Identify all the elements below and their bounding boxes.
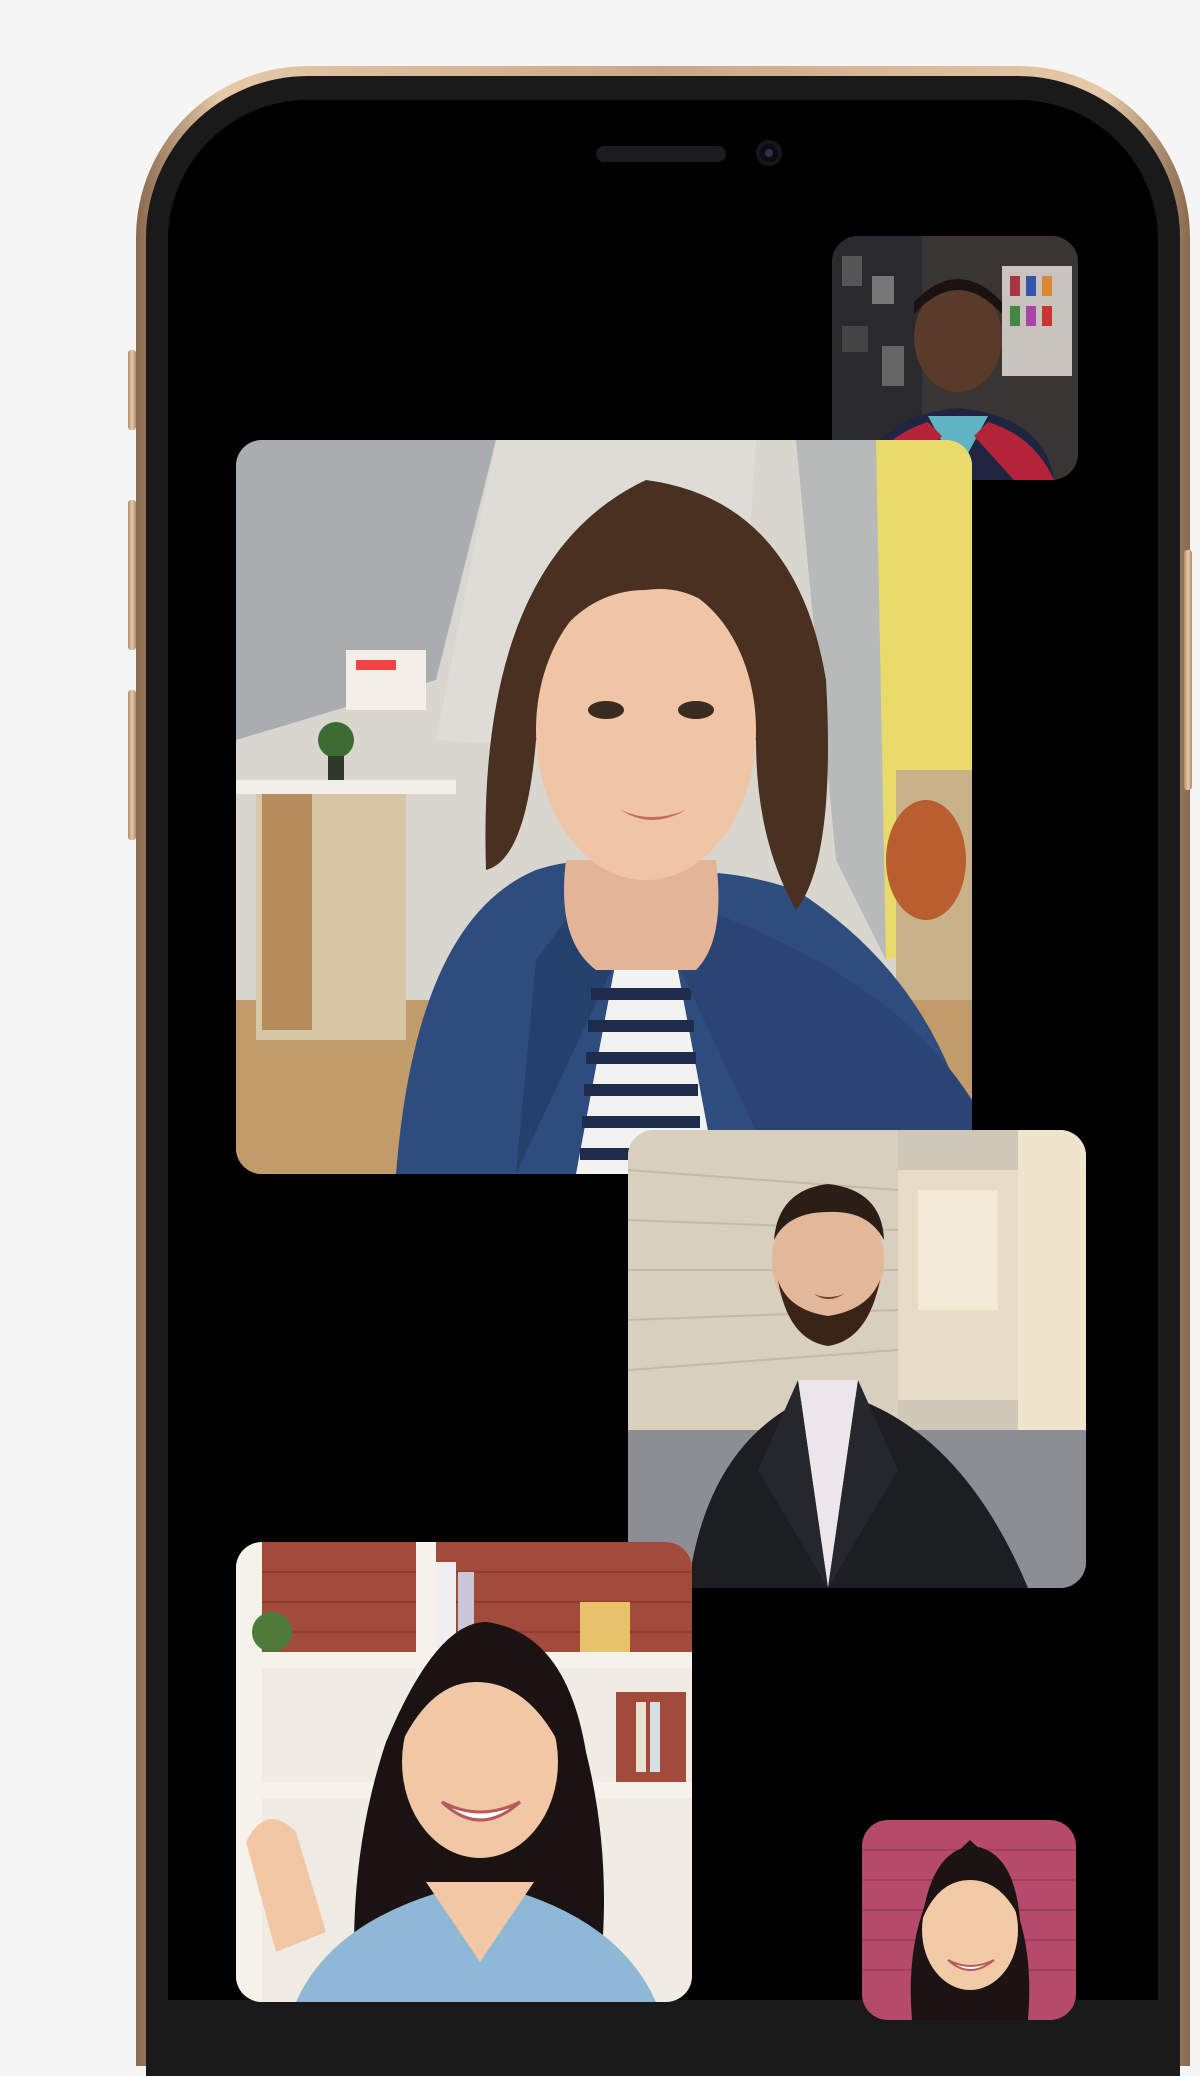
- earpiece-speaker: [596, 146, 726, 162]
- participant-tile[interactable]: [862, 1820, 1076, 2020]
- participant-tile[interactable]: [236, 440, 972, 1174]
- silent-switch: [128, 350, 136, 430]
- participant-video-feed: [628, 1130, 1086, 1588]
- participant-tile[interactable]: [236, 1542, 692, 2002]
- participant-video-feed: [862, 1820, 1076, 2020]
- power-button: [1184, 550, 1192, 790]
- volume-down-button: [128, 690, 136, 840]
- participant-tile[interactable]: [628, 1130, 1086, 1588]
- front-camera: [756, 140, 782, 166]
- participant-video-feed: [236, 440, 972, 1174]
- volume-up-button: [128, 500, 136, 650]
- participant-video-feed: [236, 1542, 692, 2002]
